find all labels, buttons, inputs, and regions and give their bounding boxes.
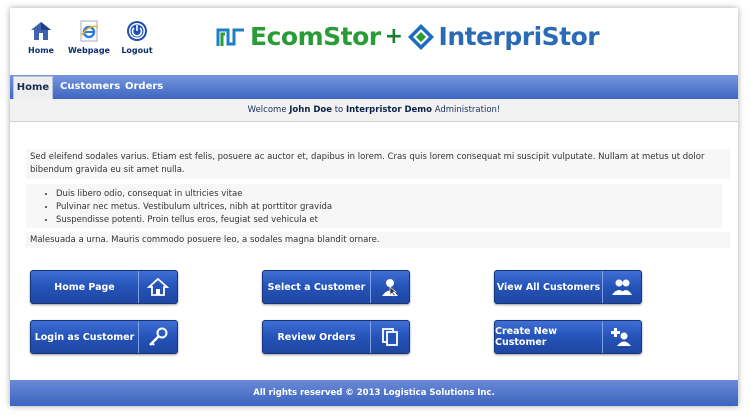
webpage-link[interactable]: Webpage [68,20,110,55]
welcome-prefix: Welcome [247,105,287,115]
logo-interpristor: InterpriStor [438,22,600,51]
add-person-icon [602,321,641,353]
main-nav: Home Customers Orders [10,75,738,100]
tab-home[interactable]: Home [13,76,53,100]
house-icon [138,271,177,303]
logout-link-label: Logout [121,46,153,55]
ie-browser-icon [78,20,100,42]
intro-paragraph: Sed eleifend sodales varius. Etiam est f… [26,149,730,179]
home-link[interactable]: Home [20,20,62,55]
welcome-suffix: Administration! [434,105,501,115]
interpristor-logo-icon [407,23,434,50]
review-orders-button-label: Review Orders [277,331,356,343]
list-item: Pulvinar nec metus. Vestibulum ultrices,… [56,201,722,214]
select-customer-button-label: Select a Customer [267,281,366,293]
bullet-list: Duis libero odio, consequat in ultricies… [26,184,722,228]
create-new-customer-button-label: Create New Customer [495,326,557,348]
tab-customers[interactable]: Customers [60,75,120,99]
create-new-customer-button[interactable]: Create New Customer [494,320,642,354]
welcome-to: to [334,105,344,115]
login-as-customer-button[interactable]: Login as Customer [30,320,178,354]
power-icon [126,20,148,42]
app-window: Home Webpage Logout EcomStor + InterpriS… [10,8,738,406]
top-toolbar: Home Webpage Logout [20,20,158,55]
view-all-customers-button-label: View All Customers [496,281,601,293]
home-page-button[interactable]: Home Page [30,270,178,304]
welcome-user: John Doe [289,105,332,115]
logo-ecomstor: EcomStor [250,22,381,51]
logout-link[interactable]: Logout [116,20,158,55]
welcome-bar: Welcome John Doe to Interpristor Demo Ad… [10,99,738,122]
documents-icon [370,321,409,353]
welcome-company: Interpristor Demo [345,105,433,115]
review-orders-button[interactable]: Review Orders [262,320,410,354]
logo-plus: + [384,24,403,49]
house-icon [30,20,52,42]
tab-orders[interactable]: Orders [125,75,163,99]
person-click-icon [370,271,409,303]
people-icon [602,271,641,303]
home-link-label: Home [28,46,54,55]
key-icon [138,321,177,353]
select-customer-button[interactable]: Select a Customer [262,270,410,304]
webpage-link-label: Webpage [68,46,110,55]
view-all-customers-button[interactable]: View All Customers [494,270,642,304]
home-page-button-label: Home Page [54,281,115,293]
list-item: Duis libero odio, consequat in ultricies… [56,188,722,201]
login-as-customer-button-label: Login as Customer [34,331,135,343]
closing-paragraph: Malesuada a urna. Mauris commodo posuere… [26,232,730,248]
brand-logo: EcomStor + InterpriStor [216,22,600,51]
list-item: Suspendisse potenti. Proin tellus eros, … [56,214,722,227]
footer: All rights reserved © 2013 Logistica Sol… [10,380,738,406]
ecomstor-logo-icon [216,28,244,46]
